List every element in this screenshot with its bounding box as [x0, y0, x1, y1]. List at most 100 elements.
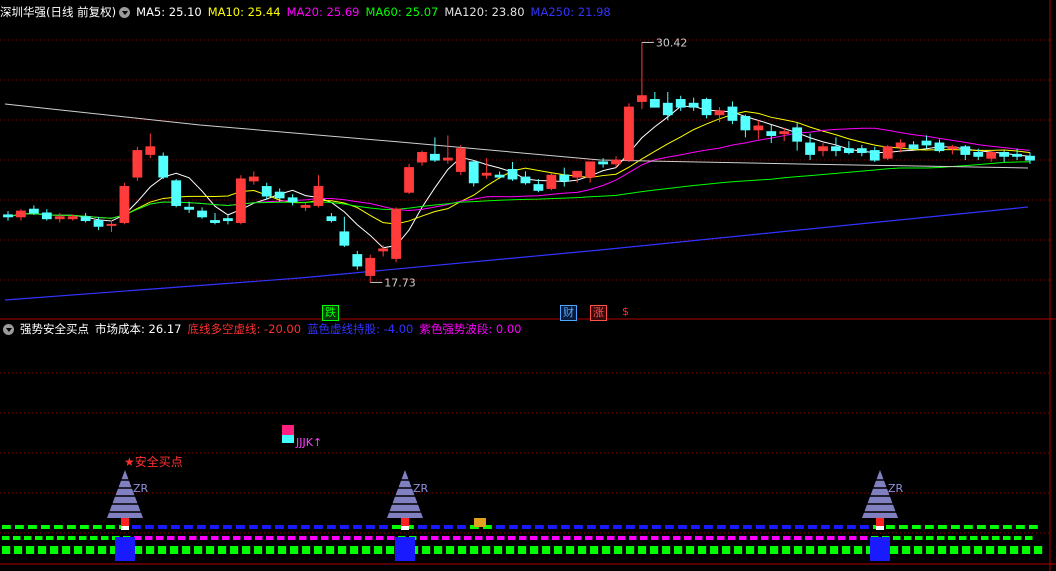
dash-segment	[206, 546, 215, 554]
dash-segment	[338, 546, 347, 554]
buy-signal-label: ★安全买点	[124, 454, 183, 469]
dash-segment	[717, 536, 725, 540]
dash-segment	[156, 536, 164, 540]
candle-body	[598, 161, 608, 165]
candle-body	[352, 254, 363, 267]
dash-segment	[35, 536, 43, 540]
candle-body	[921, 140, 932, 146]
dash-segment	[236, 525, 245, 529]
kline-chart[interactable]: 30.42 17.73 ZR ZR ZR ★安全买点 JJJK↑	[0, 0, 1056, 571]
dash-segment	[890, 546, 899, 554]
dash-segment	[926, 546, 935, 554]
candle-body	[546, 174, 557, 189]
dash-segment	[938, 525, 947, 529]
dash-segment	[860, 525, 869, 529]
candle-body	[869, 150, 880, 161]
event-marker[interactable]: $	[620, 305, 631, 319]
dash-segment	[233, 536, 241, 540]
dash-segment	[134, 546, 143, 554]
candle-body	[145, 146, 156, 155]
dash-segment	[746, 546, 755, 554]
dash-segment	[310, 536, 318, 540]
high-label: 30.42	[656, 36, 688, 49]
dash-segment	[189, 536, 197, 540]
signal-white	[121, 526, 129, 530]
dash-segment	[629, 536, 637, 540]
dash-segment	[519, 536, 527, 540]
dash-segment	[838, 536, 846, 540]
dash-segment	[585, 536, 593, 540]
candle-body	[624, 106, 634, 161]
dash-segment	[350, 546, 359, 554]
dash-segment	[167, 536, 175, 540]
signal-blue	[395, 537, 415, 561]
dash-segment	[93, 525, 102, 529]
jk-marker-top	[282, 425, 294, 435]
dash-segment	[386, 546, 395, 554]
dash-segment	[626, 525, 635, 529]
dash-segment	[54, 525, 63, 529]
dash-segment	[24, 536, 32, 540]
dash-segment	[145, 536, 153, 540]
dash-segment	[340, 525, 349, 529]
event-marker[interactable]: 跌	[322, 305, 339, 321]
dash-segment	[743, 525, 752, 529]
dash-segment	[13, 536, 21, 540]
dash-segment	[362, 546, 371, 554]
candle-body	[611, 159, 621, 165]
dash-segment	[458, 546, 467, 554]
dash-segment	[420, 536, 428, 540]
dash-segment	[522, 525, 531, 529]
dash-segment	[951, 525, 960, 529]
dash-segment	[962, 546, 971, 554]
dash-segment	[98, 546, 107, 554]
dash-segment	[915, 536, 923, 540]
dash-segment	[2, 546, 11, 554]
dash-segment	[830, 546, 839, 554]
dash-segment	[926, 536, 934, 540]
dash-segment	[182, 546, 191, 554]
candle-body	[831, 146, 841, 152]
candle-body	[210, 220, 220, 223]
candle-body	[908, 144, 919, 150]
dash-segment	[986, 546, 995, 554]
dash-segment	[442, 536, 450, 540]
dash-segment	[90, 536, 98, 540]
candle-body	[999, 151, 1010, 157]
dash-segment	[937, 536, 945, 540]
candle-body	[339, 231, 350, 246]
zr-label: ZR	[888, 482, 904, 495]
dash-segment	[494, 546, 503, 554]
dash-segment	[1034, 546, 1043, 554]
candle-body	[132, 150, 143, 178]
candle-body	[1025, 155, 1035, 161]
dash-segment	[750, 536, 758, 540]
dash-segment	[106, 525, 115, 529]
candle-body	[171, 180, 182, 206]
dash-segment	[418, 525, 427, 529]
dash-segment	[530, 546, 539, 554]
dash-segment	[734, 546, 743, 554]
dash-segment	[1010, 546, 1019, 554]
dash-segment	[783, 536, 791, 540]
candle-body	[197, 210, 207, 218]
dash-segment	[552, 536, 560, 540]
dash-segment	[639, 525, 648, 529]
candle-body	[1012, 153, 1022, 157]
candle-body	[417, 151, 427, 163]
event-marker[interactable]: 财	[560, 305, 577, 321]
dash-segment	[698, 546, 707, 554]
dash-segment	[509, 525, 518, 529]
candle-body	[520, 176, 531, 184]
dash-segment	[912, 525, 921, 529]
dash-segment	[210, 525, 219, 529]
event-marker[interactable]: 涨	[590, 305, 607, 321]
dash-segment	[530, 536, 538, 540]
dash-segment	[842, 546, 851, 554]
dash-segment	[249, 525, 258, 529]
dash-segment	[821, 525, 830, 529]
dash-segment	[834, 525, 843, 529]
dash-segment	[275, 525, 284, 529]
dash-segment	[691, 525, 700, 529]
dash-segment	[548, 525, 557, 529]
